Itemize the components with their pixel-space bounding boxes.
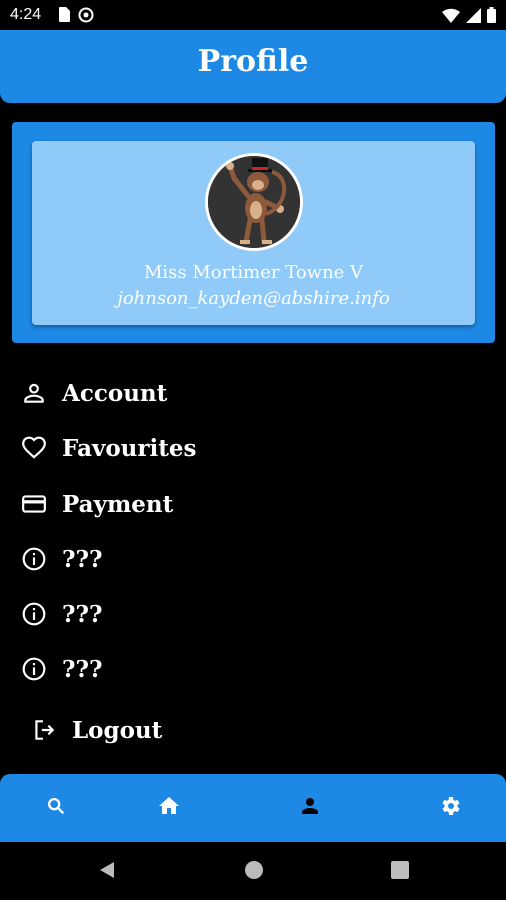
info-icon [20,655,48,683]
back-icon [97,860,117,884]
avatar[interactable] [205,153,303,251]
back-button[interactable] [95,860,119,884]
page-title: Profile [197,44,309,79]
info-icon [20,545,48,573]
menu-item-label: Favourites [62,434,197,462]
profile-name: Miss Mortimer Towne V [143,262,364,283]
system-nav-bar [0,842,506,900]
menu-item-unknown-1[interactable]: ??? [20,539,102,579]
home-icon [157,794,181,822]
menu-item-label: ??? [62,545,103,573]
menu-item-unknown-3[interactable]: ??? [20,649,102,689]
signal-icon [466,7,481,27]
recents-icon [390,860,410,884]
logout-button[interactable]: Logout [30,710,162,750]
monkey-avatar-icon [208,156,300,248]
profile-panel: Miss Mortimer Towne V johnson_kayden@abs… [12,122,495,343]
profile-email: johnson_kayden@abshire.info [117,288,390,309]
menu-item-unknown-2[interactable]: ??? [20,594,102,634]
battery-icon [487,7,496,27]
home-button[interactable] [242,860,266,884]
logout-icon [30,716,58,744]
home-circle-icon [244,860,264,884]
heart-icon [20,434,48,462]
bottom-nav [0,774,506,842]
nav-settings-button[interactable] [436,794,464,822]
nav-search-button[interactable] [42,794,70,822]
nav-home-button[interactable] [155,794,183,822]
recents-button[interactable] [388,860,412,884]
credit-card-icon [20,490,48,518]
menu-item-label: ??? [62,600,103,628]
menu-item-label: Payment [62,490,174,518]
do-not-disturb-icon [78,7,94,27]
menu-item-favourites[interactable]: Favourites [20,428,196,468]
menu-item-account[interactable]: Account [20,373,167,413]
wifi-icon [442,8,460,27]
menu-item-label: ??? [62,655,103,683]
menu-item-label: Account [62,379,168,407]
sim-card-icon [58,7,70,27]
person-icon [20,379,48,407]
person-icon [298,794,322,822]
status-bar: 4:24 [0,0,506,30]
menu-item-payment[interactable]: Payment [20,484,173,524]
search-icon [45,795,67,821]
nav-profile-button[interactable] [296,794,324,822]
app-header: Profile [0,30,506,103]
profile-card: Miss Mortimer Towne V johnson_kayden@abs… [32,141,475,325]
settings-icon [438,794,462,822]
info-icon [20,600,48,628]
status-time: 4:24 [10,6,42,23]
menu-item-label: Logout [72,716,163,744]
